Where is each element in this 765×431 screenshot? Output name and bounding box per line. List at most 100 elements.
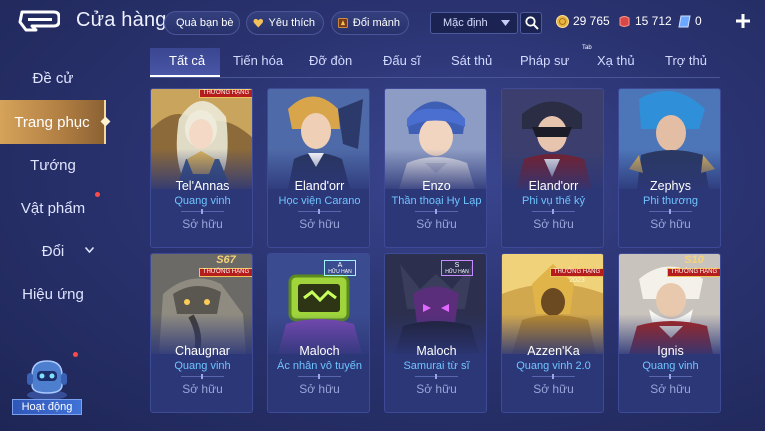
search-icon (525, 16, 539, 30)
skin-name: Quang vinh (174, 195, 231, 207)
tier-ribbon: THƯỜNG HẠNG (199, 89, 252, 98)
hero-name: Zephys (650, 179, 691, 193)
friend-gift-button[interactable]: Quà bạn bè (164, 11, 240, 35)
exchange-fragments-label: Đổi mảnh (352, 17, 400, 29)
tier-badge: THƯỜNG HẠNG (197, 89, 252, 111)
sidebar-item-heroes[interactable]: Tướng (0, 145, 106, 185)
favorites-button[interactable]: Yêu thích (246, 11, 324, 35)
back-arrow-icon (18, 10, 61, 32)
hero-name: Eland'orr (294, 179, 345, 193)
friend-gift-label: Quà bạn bè (176, 17, 234, 29)
hero-name: Maloch (416, 344, 457, 358)
ownership-status: Sở hữu (650, 217, 691, 231)
skin-card[interactable]: S4 THƯỜNG HẠNG 2023 Azzen'Ka Quang vinh … (501, 253, 604, 413)
tier-ribbon: THƯỜNG HẠNG (667, 268, 720, 277)
sidebar-item-label: Hiệu ứng (22, 285, 84, 303)
tier-code: S10 (684, 254, 704, 266)
rarity-badge: A HỮU HẠN (324, 260, 356, 276)
skin-name: Học viện Carano (278, 195, 361, 207)
ruby-balance: 15 712 (618, 14, 672, 28)
tab-tank[interactable]: Đỡ đòn (309, 53, 352, 68)
ownership-status: Sở hữu (416, 217, 457, 231)
rarity-ribbon: HỮU HẠN (328, 269, 352, 275)
ruby-amount: 15 712 (635, 14, 672, 28)
tab-divider (150, 77, 720, 78)
fragment-icon (338, 18, 348, 28)
tab-mage[interactable]: Pháp sư (520, 53, 569, 68)
sidebar-item-label: Trang phục (14, 113, 90, 131)
ownership-status: Sở hữu (533, 382, 574, 396)
skin-name: Quang vinh (174, 360, 231, 372)
skin-name: Phi thương (643, 195, 698, 207)
sidebar-item-label: Đề cử (32, 69, 74, 87)
skin-card[interactable]: S HỮU HẠN Maloch Samurai từ sĩ Sở hữu (384, 253, 487, 413)
events-button[interactable]: Hoạt động (10, 352, 84, 417)
sidebar-item-exchange[interactable]: Đổi (0, 231, 106, 271)
sidebar-item-effects[interactable]: Hiệu ứng (0, 274, 106, 314)
hero-name: Maloch (299, 344, 340, 358)
hero-name: Eland'orr (528, 179, 579, 193)
notification-dot (73, 352, 78, 357)
voucher-icon (678, 15, 691, 27)
tab-evolution[interactable]: Tiến hóa (233, 53, 283, 68)
chevron-down-icon (501, 20, 510, 26)
skin-name: Ác nhân vô tuyến (276, 360, 362, 372)
hero-name: Azzen'Ka (527, 344, 580, 358)
active-indicator (100, 116, 111, 127)
voucher-balance: 0 (678, 14, 702, 28)
heart-icon (253, 18, 264, 28)
skin-name: Quang vinh (642, 360, 699, 372)
ownership-status: Sở hữu (533, 217, 574, 231)
tier-badge: S67 THƯỜNG HẠNG (197, 254, 252, 277)
tier-ribbon: THƯỜNG HẠNG (550, 268, 603, 277)
skin-card[interactable]: Zephys Phi thương Sở hữu (618, 88, 721, 248)
events-label: Hoạt động (12, 399, 82, 415)
tab-assassin[interactable]: Sát thủ (451, 53, 492, 68)
search-button[interactable] (520, 12, 542, 34)
tier-ribbon: THƯỜNG HẠNG (199, 268, 252, 277)
add-currency-button[interactable] (736, 10, 752, 32)
gold-amount: 29 765 (573, 14, 610, 28)
tab-all[interactable]: Tất cả (169, 53, 205, 68)
sidebar-item-items[interactable]: Vật phẩm (0, 188, 106, 228)
ownership-status: Sở hữu (182, 217, 223, 231)
sidebar-item-recommended[interactable]: Đề cử (0, 58, 106, 98)
skin-card[interactable]: S67 THƯỜNG HẠNG Chaugnar Quang vinh Sở h… (150, 253, 253, 413)
gold-balance: 29 765 (556, 14, 610, 28)
hero-name: Tel'Annas (175, 179, 230, 193)
skin-name: Quang vinh 2.0 (516, 360, 591, 372)
sidebar-item-label: Đổi (41, 242, 65, 260)
rarity-badge: S HỮU HẠN (441, 260, 473, 276)
skin-card[interactable]: Eland'orr Học viện Carano Sở hữu (267, 88, 370, 248)
back-button[interactable] (18, 10, 61, 32)
chevron-down-icon (85, 247, 94, 253)
tab-support[interactable]: Trợ thủ (665, 53, 707, 68)
tab-fighter[interactable]: Đấu sĩ (383, 53, 421, 68)
tab-marksman[interactable]: Xạ thủ (597, 53, 635, 68)
skin-card[interactable]: Enzo Thần thoại Hy Lạp Sở hữu (384, 88, 487, 248)
tab-badge: Tab (582, 45, 592, 51)
sidebar: Đề cử Trang phục Tướng Vật phẩm Đổi Hiệu… (0, 50, 111, 431)
ownership-status: Sở hữu (299, 217, 340, 231)
sort-dropdown[interactable]: Mặc định (430, 12, 518, 34)
sidebar-item-skins[interactable]: Trang phục (0, 100, 111, 144)
skin-card[interactable]: A HỮU HẠN Maloch Ác nhân vô tuyến Sở hữu (267, 253, 370, 413)
skin-card[interactable]: THƯỜNG HẠNG Tel'Annas Quang vinh Sở hữu (150, 88, 253, 248)
ownership-status: Sở hữu (416, 382, 457, 396)
skin-card[interactable]: Eland'orr Phi vụ thế kỷ Sở hữu (501, 88, 604, 248)
tier-badge: S10 THƯỜNG HẠNG (665, 254, 720, 277)
rarity-ribbon: HỮU HẠN (445, 269, 469, 275)
hero-name: Ignis (657, 344, 684, 358)
exchange-fragments-button[interactable]: Đổi mảnh (331, 11, 409, 35)
skin-card[interactable]: S10 THƯỜNG HẠNG Ignis Quang vinh Sở hữu (618, 253, 721, 413)
skin-name: Phi vụ thế kỷ (522, 195, 585, 207)
plus-icon (736, 14, 750, 28)
ownership-status: Sở hữu (650, 382, 691, 396)
skin-name: Samurai từ sĩ (403, 360, 470, 372)
ruby-icon (619, 15, 630, 27)
ownership-status: Sở hữu (182, 382, 223, 396)
favorites-label: Yêu thích (268, 17, 315, 29)
tier-badge: S4 THƯỜNG HẠNG 2023 (548, 254, 603, 284)
sort-value: Mặc định (443, 17, 488, 29)
skin-name: Thần thoại Hy Lạp (391, 195, 482, 207)
